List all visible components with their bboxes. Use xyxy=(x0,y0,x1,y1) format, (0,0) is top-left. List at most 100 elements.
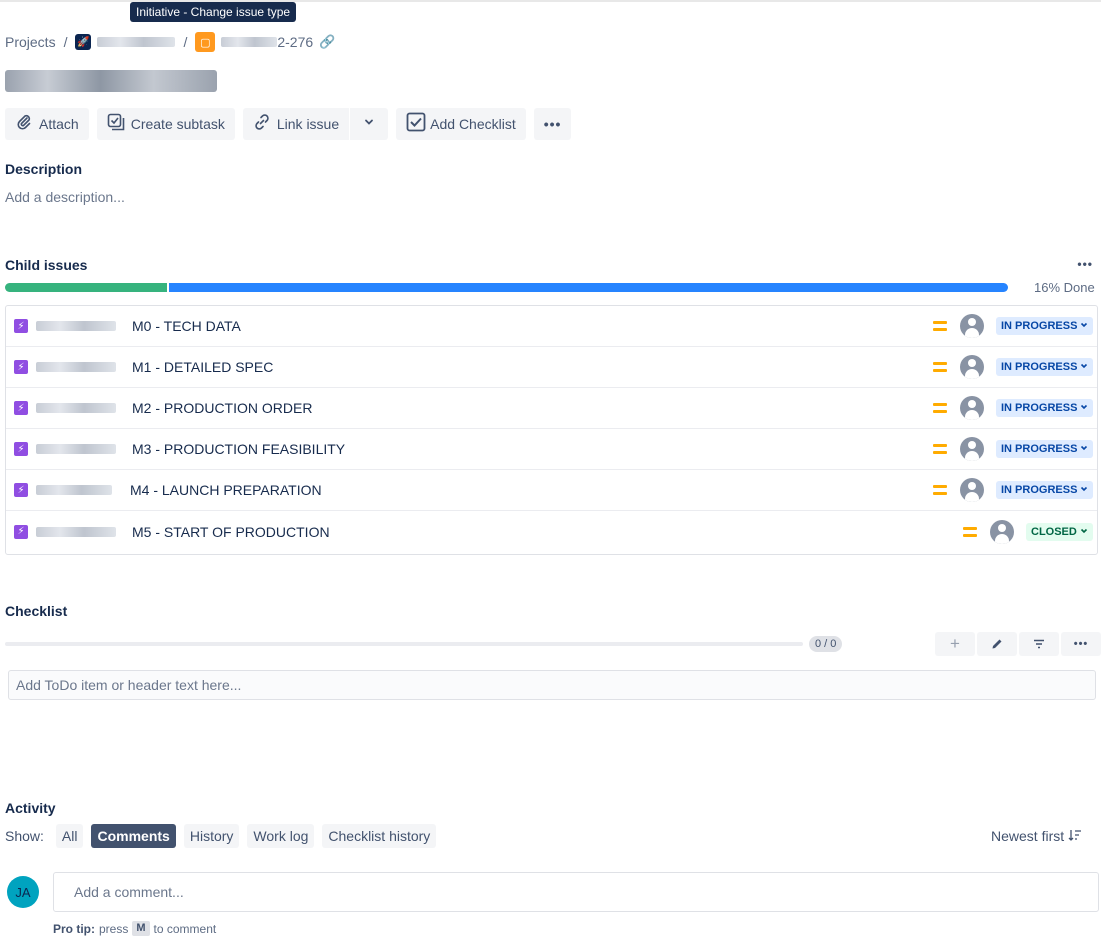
link-issue-split-button: Link issue xyxy=(242,108,389,140)
activity-filter-work-log[interactable]: Work log xyxy=(247,824,315,848)
activity-filter-bar: Show: All Comments History Work log Checklis… xyxy=(5,824,437,848)
child-issue-key-redacted[interactable] xyxy=(36,444,116,454)
more-icon: ••• xyxy=(543,116,562,132)
child-issue-key-redacted[interactable] xyxy=(36,403,116,413)
child-issue-summary[interactable]: M0 - TECH DATA xyxy=(132,318,241,334)
protip-suffix: to comment xyxy=(153,921,217,936)
add-checklist-button[interactable]: Add Checklist xyxy=(396,108,526,140)
child-issue-summary[interactable]: M5 - START OF PRODUCTION xyxy=(132,524,330,540)
sort-label: Newest first xyxy=(991,828,1065,844)
progress-inprogress-segment xyxy=(169,283,1008,292)
status-label: CLOSED xyxy=(1031,525,1077,538)
unassigned-avatar-icon[interactable] xyxy=(960,437,984,461)
link-issue-dropdown-button[interactable] xyxy=(350,108,389,140)
priority-medium-icon xyxy=(933,403,947,413)
breadcrumb-project-name-redacted[interactable] xyxy=(97,37,176,47)
child-issues-more-icon[interactable]: ••• xyxy=(1077,257,1093,271)
subtask-icon xyxy=(107,113,125,136)
current-user-avatar: JA xyxy=(7,876,39,908)
status-lozenge[interactable]: IN PROGRESS xyxy=(996,317,1094,335)
status-label: IN PROGRESS xyxy=(1001,320,1078,332)
breadcrumb-issue-key[interactable]: 2-276 xyxy=(221,34,313,50)
chevron-down-icon xyxy=(1080,362,1088,372)
unassigned-avatar-icon[interactable] xyxy=(960,396,984,420)
chevron-down-icon xyxy=(1080,485,1088,495)
status-lozenge[interactable]: CLOSED xyxy=(1026,522,1093,541)
unassigned-avatar-icon[interactable] xyxy=(960,314,984,338)
priority-medium-icon xyxy=(963,526,977,537)
epic-icon: ⚡ xyxy=(14,360,28,374)
unassigned-avatar-icon[interactable] xyxy=(960,478,984,502)
add-checklist-label: Add Checklist xyxy=(430,116,516,132)
child-issue-key-redacted[interactable] xyxy=(36,485,112,495)
status-label: IN PROGRESS xyxy=(1001,443,1078,455)
project-rocket-icon: 🚀 xyxy=(75,34,92,50)
child-issue-row[interactable]: ⚡ M1 - DETAILED SPEC IN PROGRESS xyxy=(6,347,1097,388)
progress-done-segment xyxy=(5,283,167,292)
chevron-down-icon xyxy=(1080,321,1088,331)
protip-press: press xyxy=(99,921,129,936)
child-issue-row[interactable]: ⚡ M3 - PRODUCTION FEASIBILITY IN PROGRESS xyxy=(6,429,1097,470)
comment-input[interactable]: Add a comment... xyxy=(53,872,1099,912)
status-label: IN PROGRESS xyxy=(1001,484,1078,496)
status-lozenge[interactable]: IN PROGRESS xyxy=(996,440,1094,458)
unassigned-avatar-icon[interactable] xyxy=(990,519,1014,544)
description-heading: Description xyxy=(5,161,83,177)
issue-type-tooltip: Initiative - Change issue type xyxy=(130,2,297,22)
child-issue-key-redacted[interactable] xyxy=(36,526,116,537)
child-issue-row[interactable]: ⚡ M0 - TECH DATA IN PROGRESS xyxy=(6,306,1097,347)
status-label: IN PROGRESS xyxy=(1001,402,1078,414)
epic-icon: ⚡ xyxy=(14,524,28,539)
attach-button[interactable]: Attach xyxy=(5,108,89,140)
child-issue-summary[interactable]: M1 - DETAILED SPEC xyxy=(132,359,273,375)
breadcrumb-projects-link[interactable]: Projects xyxy=(5,34,56,50)
edit-pencil-icon[interactable] xyxy=(977,632,1017,656)
issue-title-redacted[interactable] xyxy=(5,70,217,98)
priority-medium-icon xyxy=(933,362,947,372)
create-subtask-button[interactable]: Create subtask xyxy=(96,108,235,140)
status-lozenge[interactable]: IN PROGRESS xyxy=(996,399,1094,417)
progress-percent-label: 16% Done xyxy=(1034,280,1095,295)
activity-filter-comments[interactable]: Comments xyxy=(91,824,176,848)
child-issue-row[interactable]: ⚡ M2 - PRODUCTION ORDER IN PROGRESS xyxy=(6,388,1097,429)
epic-icon: ⚡ xyxy=(14,483,28,497)
status-lozenge[interactable]: IN PROGRESS xyxy=(996,358,1094,376)
chevron-down-icon xyxy=(1080,403,1088,413)
initiative-type-icon[interactable]: ▢ xyxy=(195,32,216,52)
sort-order-button[interactable]: Newest first xyxy=(991,828,1082,844)
copy-link-icon[interactable]: 🔗 xyxy=(319,34,335,50)
epic-icon: ⚡ xyxy=(14,401,28,415)
status-label: IN PROGRESS xyxy=(1001,361,1078,373)
child-issues-table: ⚡ M0 - TECH DATA IN PROGRESS ⚡ M1 - DETAILED… xyxy=(5,305,1098,555)
todo-input[interactable]: Add ToDo item or header text here... xyxy=(8,670,1096,700)
create-subtask-label: Create subtask xyxy=(130,116,225,132)
unassigned-avatar-icon[interactable] xyxy=(960,355,984,379)
filter-icon[interactable] xyxy=(1019,632,1059,656)
checkbox-icon xyxy=(406,112,426,137)
issue-key-suffix: 2-276 xyxy=(277,34,314,50)
chevron-down-icon xyxy=(360,115,378,133)
sort-descending-icon xyxy=(1068,828,1082,844)
more-actions-button[interactable]: ••• xyxy=(533,108,572,140)
child-issues-progress-bar xyxy=(5,283,1008,292)
child-issue-key-redacted[interactable] xyxy=(36,321,116,331)
chevron-down-icon xyxy=(1080,444,1088,454)
checklist-more-icon[interactable]: ••• xyxy=(1061,632,1101,656)
activity-filter-checklist-history[interactable]: Checklist history xyxy=(322,824,437,848)
link-issue-button[interactable]: Link issue xyxy=(242,108,350,140)
activity-filter-all[interactable]: All xyxy=(55,824,84,848)
add-item-icon[interactable]: + xyxy=(935,632,975,656)
description-field[interactable]: Add a description... xyxy=(5,189,125,205)
issue-toolbar: Attach Create subtask Link issue Add Che… xyxy=(5,108,572,140)
keyboard-shortcut-key: M xyxy=(132,921,150,936)
status-lozenge[interactable]: IN PROGRESS xyxy=(996,481,1094,499)
priority-medium-icon xyxy=(933,485,947,495)
pro-tip: Pro tip: press M to comment xyxy=(53,921,216,936)
child-issue-summary[interactable]: M4 - LAUNCH PREPARATION xyxy=(130,482,322,498)
child-issue-row[interactable]: ⚡ M5 - START OF PRODUCTION CLOSED xyxy=(6,511,1097,552)
child-issue-row[interactable]: ⚡ M4 - LAUNCH PREPARATION IN PROGRESS xyxy=(6,470,1097,511)
activity-filter-history[interactable]: History xyxy=(183,824,240,848)
child-issue-key-redacted[interactable] xyxy=(36,362,116,372)
child-issue-summary[interactable]: M2 - PRODUCTION ORDER xyxy=(132,400,312,416)
child-issue-summary[interactable]: M3 - PRODUCTION FEASIBILITY xyxy=(132,441,345,457)
